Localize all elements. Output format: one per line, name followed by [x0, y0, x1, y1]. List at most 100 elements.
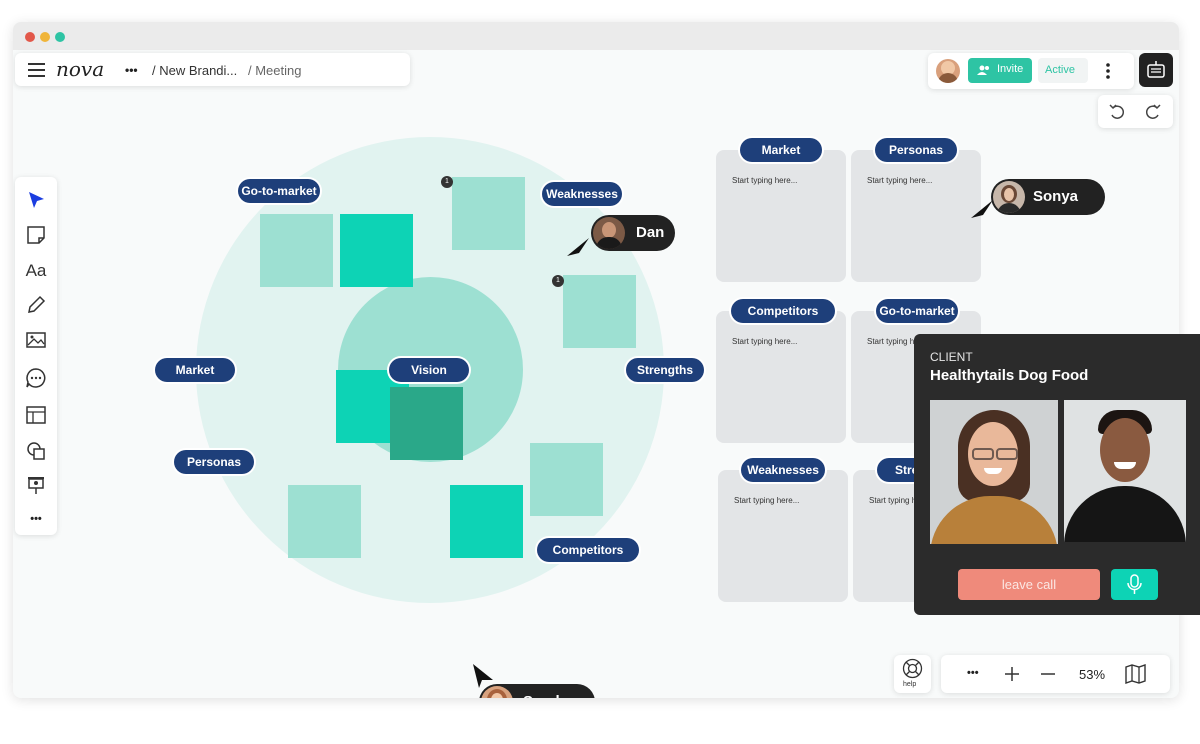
- cursor-label-sonya: Sonya: [991, 179, 1105, 215]
- shape-tool[interactable]: [24, 439, 48, 463]
- cursor-name: Sarah: [523, 684, 565, 698]
- breadcrumb-project[interactable]: / New Brandi...: [152, 63, 237, 78]
- dan-cursor-icon: [567, 238, 589, 256]
- cursor-label-sarah: Sarah: [479, 684, 595, 698]
- close-window-dot[interactable]: [25, 32, 35, 42]
- zoom-out-icon[interactable]: [1040, 666, 1056, 682]
- help-button[interactable]: help: [894, 655, 931, 693]
- zoom-in-icon[interactable]: [1004, 666, 1020, 682]
- zoom-toolbar: ••• 53%: [941, 655, 1170, 693]
- kebab-menu-icon[interactable]: [1106, 63, 1110, 79]
- microphone-icon: [1127, 574, 1142, 594]
- arrow-cursor-icon: [29, 192, 44, 208]
- card-market[interactable]: Start typing here...: [716, 150, 846, 282]
- card-weaknesses[interactable]: Start typing here...: [718, 470, 848, 602]
- cursor-name: Sonya: [1033, 188, 1079, 205]
- window-titlebar: [13, 22, 1179, 50]
- client-name: Healthytails Dog Food: [930, 367, 1089, 384]
- more-tools[interactable]: •••: [24, 507, 48, 531]
- undo-icon[interactable]: [1108, 103, 1126, 121]
- dan-avatar: [593, 217, 625, 249]
- card-title: Go-to-market: [876, 299, 958, 323]
- select-tool[interactable]: [24, 188, 48, 212]
- cursor-label-dan: Dan: [591, 215, 675, 251]
- sticky-note[interactable]: [390, 387, 463, 460]
- minimize-window-dot[interactable]: [40, 32, 50, 42]
- mic-button[interactable]: [1111, 569, 1158, 600]
- template-tool[interactable]: [24, 403, 48, 427]
- video-call-panel: CLIENT Healthytails Dog Food leave call: [914, 334, 1200, 615]
- comment-tool[interactable]: [24, 366, 48, 390]
- card-title: Weaknesses: [741, 458, 825, 482]
- sonya-avatar: [993, 181, 1025, 213]
- redo-icon[interactable]: [1144, 103, 1162, 121]
- card-competitors[interactable]: Start typing here...: [716, 311, 846, 443]
- presenter-icon: [28, 477, 44, 494]
- sticky-note[interactable]: [563, 275, 636, 348]
- sarah-avatar: [481, 686, 513, 698]
- more-icon[interactable]: •••: [125, 63, 138, 77]
- sticky-note[interactable]: [260, 214, 333, 287]
- label-weaknesses[interactable]: Weaknesses: [542, 182, 622, 206]
- top-nav: nova ••• / New Brandi... / Meeting: [15, 53, 410, 86]
- comment-badge[interactable]: 1: [441, 176, 453, 188]
- sticky-tool[interactable]: [24, 223, 48, 247]
- presentation-button[interactable]: [1139, 53, 1173, 87]
- menu-icon[interactable]: [28, 63, 45, 77]
- status-label: Active: [1045, 64, 1075, 76]
- participant-video[interactable]: [1064, 400, 1186, 542]
- sticky-note[interactable]: [450, 485, 523, 558]
- card-placeholder[interactable]: Start typing here...: [867, 176, 932, 185]
- label-market[interactable]: Market: [155, 358, 235, 382]
- card-placeholder[interactable]: Start typing here...: [732, 337, 797, 346]
- label-go-to-market[interactable]: Go-to-market: [238, 179, 320, 203]
- label-competitors[interactable]: Competitors: [537, 538, 639, 562]
- card-placeholder[interactable]: Start typing h: [869, 496, 916, 505]
- call-label: CLIENT: [930, 350, 973, 364]
- more-icon[interactable]: •••: [967, 667, 979, 679]
- pencil-icon: [28, 295, 46, 313]
- left-toolbar: Aa •••: [15, 177, 57, 535]
- participant-video[interactable]: [930, 400, 1058, 544]
- card-title: Competitors: [731, 299, 835, 323]
- leave-call-button[interactable]: leave call: [958, 569, 1100, 600]
- more-icon: •••: [30, 513, 42, 525]
- collab-bar: Invite Active: [928, 53, 1134, 89]
- pen-tool[interactable]: [24, 293, 48, 317]
- comment-badge[interactable]: 1: [552, 275, 564, 287]
- card-placeholder[interactable]: Start typing here...: [732, 176, 797, 185]
- presentation-icon: [1147, 61, 1165, 78]
- image-tool[interactable]: [24, 328, 48, 352]
- sticky-note[interactable]: [452, 177, 525, 250]
- layout-icon: [26, 406, 46, 424]
- status-badge[interactable]: Active: [1038, 58, 1088, 83]
- label-strengths[interactable]: Strengths: [626, 358, 704, 382]
- text-icon: Aa: [25, 261, 47, 280]
- text-tool[interactable]: Aa: [24, 259, 48, 283]
- cursor-name: Dan: [636, 224, 665, 241]
- sticky-note[interactable]: [530, 443, 603, 516]
- label-vision[interactable]: Vision: [389, 358, 469, 382]
- present-tool[interactable]: [24, 473, 48, 497]
- sticky-note[interactable]: [340, 214, 413, 287]
- shapes-icon: [27, 442, 45, 460]
- card-placeholder[interactable]: Start typing here...: [734, 496, 799, 505]
- card-title: Market: [740, 138, 822, 162]
- comment-icon: [26, 368, 46, 388]
- nova-logo[interactable]: nova: [56, 57, 104, 81]
- card-personas[interactable]: Start typing here...: [851, 150, 981, 282]
- help-label: help: [903, 681, 917, 688]
- label-personas[interactable]: Personas: [174, 450, 254, 474]
- history-controls: [1098, 95, 1173, 128]
- breadcrumb-page[interactable]: / Meeting: [248, 63, 301, 78]
- image-icon: [26, 332, 46, 348]
- sticky-note[interactable]: [288, 485, 361, 558]
- sticky-note-icon: [27, 226, 45, 244]
- map-icon[interactable]: [1125, 664, 1147, 684]
- invite-label: Invite: [997, 63, 1024, 75]
- user-avatar[interactable]: [936, 59, 960, 83]
- maximize-window-dot[interactable]: [55, 32, 65, 42]
- lifebuoy-icon: [902, 658, 923, 679]
- zoom-level[interactable]: 53%: [1079, 667, 1105, 682]
- invite-button[interactable]: Invite: [968, 58, 1032, 83]
